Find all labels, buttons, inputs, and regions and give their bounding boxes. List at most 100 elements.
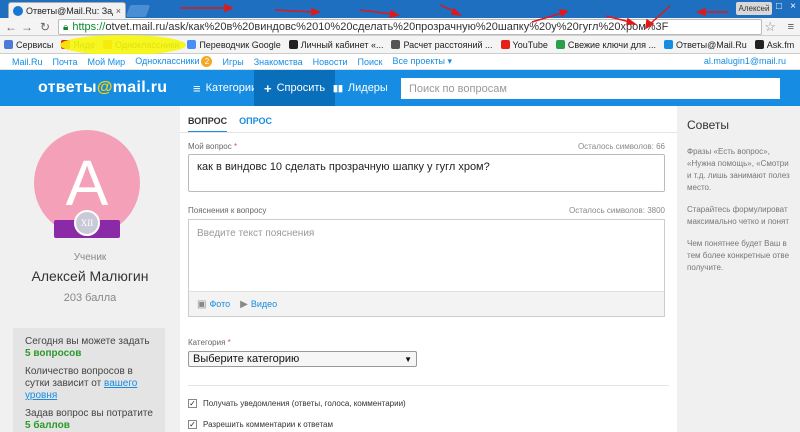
level-medal-icon: XII <box>74 210 100 236</box>
nav-leaders[interactable]: ▮▮ Лидеры <box>323 70 398 106</box>
portal-link-label: Новости <box>312 56 348 67</box>
portal-bar: Mail.Ru Почта Мой Мир Одноклассники 2 Игры Зна… <box>0 54 800 70</box>
user-email-link[interactable]: al.malugin1@mail.ru <box>704 56 786 66</box>
bookmark-item[interactable]: Ask.fm <box>754 40 794 50</box>
minimize-icon[interactable]: – <box>758 0 772 14</box>
portal-link-label: Почта <box>52 56 78 67</box>
new-tab-button[interactable] <box>125 5 151 17</box>
bookmark-item[interactable]: Свежие ключи для ... <box>555 39 656 50</box>
url-scheme: https:// <box>72 21 106 33</box>
nav-categories-label: Категории <box>205 82 258 94</box>
close-window-icon[interactable]: × <box>786 0 800 14</box>
question-label-text: Мой вопрос <box>188 142 232 151</box>
favicon-icon <box>13 5 23 16</box>
user-points: 203 балла <box>63 292 117 304</box>
bookmark-item[interactable]: Личный кабинет «... <box>288 39 384 50</box>
bookmark-item[interactable]: YouTube <box>500 39 548 50</box>
portal-link[interactable]: Почта <box>53 57 78 67</box>
nav-ask-label: Спросить <box>276 82 326 94</box>
bookmark-label: Свежие ключи для ... <box>567 39 656 50</box>
video-icon: ▶ <box>240 298 248 310</box>
description-char-counter: Осталось символов: 3800 <box>569 206 665 215</box>
browser-toolbar: ← → ↻ 🔒︎ https://otvet.mail.ru/ask/как%2… <box>0 18 800 36</box>
portal-link[interactable]: Одноклассники 2 <box>135 56 213 67</box>
logo-at: @ <box>96 79 113 96</box>
comments-label: Разрешить комментарии к ответам <box>203 420 334 429</box>
plus-icon: + <box>264 80 272 96</box>
bookmark-favicon-icon <box>288 40 298 49</box>
portal-link-label: Знакомства <box>253 56 303 67</box>
bookmark-favicon-icon <box>391 40 401 49</box>
portal-link[interactable]: Новости <box>313 57 348 67</box>
notify-checkbox-row[interactable]: ✓ Получать уведомления (ответы, голоса, … <box>188 399 406 408</box>
description-textarea[interactable]: Введите текст пояснения ▣ Фото ▶ Видео <box>188 219 665 317</box>
portal-link[interactable]: Все проекты ▾ <box>392 56 452 67</box>
tab-close-icon[interactable]: × <box>116 6 121 16</box>
site-logo[interactable]: ответы@mail.ru <box>38 79 167 97</box>
bookmark-favicon-icon <box>187 40 197 49</box>
dropdown-arrow-icon: ▼ <box>404 354 412 364</box>
main-area: A XII Ученик Алексей Малюгин 203 балла С… <box>0 106 800 432</box>
bookmark-item[interactable]: Ответы@Mail.Ru <box>663 40 747 50</box>
logo-domain: mail.ru <box>112 79 168 96</box>
bookmark-favicon-icon <box>663 40 673 49</box>
required-mark: * <box>233 142 238 151</box>
cost-label: Задав вопрос вы потратите <box>25 408 153 419</box>
portal-link[interactable]: Игры <box>222 57 243 67</box>
bookmark-favicon-icon <box>555 40 565 49</box>
comments-checkbox[interactable]: ✓ <box>188 420 197 429</box>
address-bar[interactable]: 🔒︎ https://otvet.mail.ru/ask/как%20в%20в… <box>58 19 762 35</box>
browser-tab-bar: Ответы@Mail.Ru: Задать × Алексей – □ × <box>0 0 800 18</box>
reload-icon[interactable]: ↻ <box>38 20 52 34</box>
ask-form: ВОПРОС ОПРОС Мой вопрос * Осталось симво… <box>180 106 677 432</box>
bookmark-label: Личный кабинет «... <box>300 39 384 50</box>
bookmark-favicon-icon <box>4 40 13 49</box>
browser-tab[interactable]: Ответы@Mail.Ru: Задать × <box>8 2 126 18</box>
portal-link[interactable]: Знакомства <box>254 57 303 67</box>
tab-question[interactable]: ВОПРОС <box>188 116 228 133</box>
portal-link-label: Одноклассники <box>135 56 200 66</box>
bookmark-item[interactable]: Переводчик Google <box>187 40 281 50</box>
portal-link[interactable]: Мой Мир <box>88 57 126 67</box>
back-icon[interactable]: ← <box>4 20 18 34</box>
bookmark-label: Расчет расстояний ... <box>403 39 493 50</box>
portal-link[interactable]: Поиск <box>358 57 383 67</box>
add-photo-button[interactable]: ▣ Фото <box>197 299 230 310</box>
portal-link[interactable]: Mail.Ru <box>12 57 43 67</box>
logo-text: ответы <box>38 79 97 96</box>
window-controls: – □ × <box>758 0 800 14</box>
browser-menu-icon[interactable]: ≡ <box>788 21 794 33</box>
category-select[interactable]: Выберите категорию ▼ <box>188 351 417 367</box>
description-placeholder: Введите текст пояснения <box>197 228 315 239</box>
bookmark-label: YouTube <box>512 39 548 50</box>
add-video-button[interactable]: ▶ Видео <box>240 299 277 310</box>
url-path: otvet.mail.ru/ask/как%20в%20виндовс%2010… <box>105 21 669 33</box>
user-rank: Ученик <box>73 252 107 263</box>
category-label: Категория * <box>188 338 231 347</box>
comments-checkbox-row[interactable]: ✓ Разрешить комментарии к ответам <box>188 420 333 429</box>
maximize-icon[interactable]: □ <box>772 0 786 14</box>
portal-link-label: Игры <box>222 56 244 67</box>
photo-label: Фото <box>209 299 231 309</box>
form-divider <box>188 385 669 386</box>
category-label-text: Категория <box>188 338 226 347</box>
bookmark-item[interactable]: Сервисы <box>4 40 53 50</box>
attachment-bar: ▣ Фото ▶ Видео <box>189 291 664 316</box>
question-input[interactable]: как в виндовс 10 сделать прозрачную шапк… <box>188 154 665 192</box>
tab-poll[interactable]: ОПРОС <box>239 116 272 133</box>
notify-checkbox[interactable]: ✓ <box>188 399 197 408</box>
tip-3: Чем понятнее будет Ваш в тем более конкр… <box>687 239 790 272</box>
chevron-down-icon: ▾ <box>445 56 453 66</box>
notify-label: Получать уведомления (ответы, голоса, ко… <box>203 399 406 408</box>
bookmark-favicon-icon <box>500 40 510 49</box>
question-limits-box: Сегодня вы можете задать 5 вопросов Колич… <box>13 328 165 432</box>
portal-link-label: Мой Мир <box>87 56 126 67</box>
cost-value: 5 баллов <box>25 420 70 431</box>
lock-icon: 🔒︎ <box>63 21 69 33</box>
user-name[interactable]: Алексей Малюгин <box>0 268 180 284</box>
forward-icon[interactable]: → <box>20 20 34 34</box>
bookmark-item[interactable]: Расчет расстояний ... <box>391 39 493 50</box>
bookmark-label: Сервисы <box>16 39 54 50</box>
search-input[interactable] <box>401 78 780 99</box>
bookmark-star-icon[interactable]: ☆ <box>764 19 776 35</box>
